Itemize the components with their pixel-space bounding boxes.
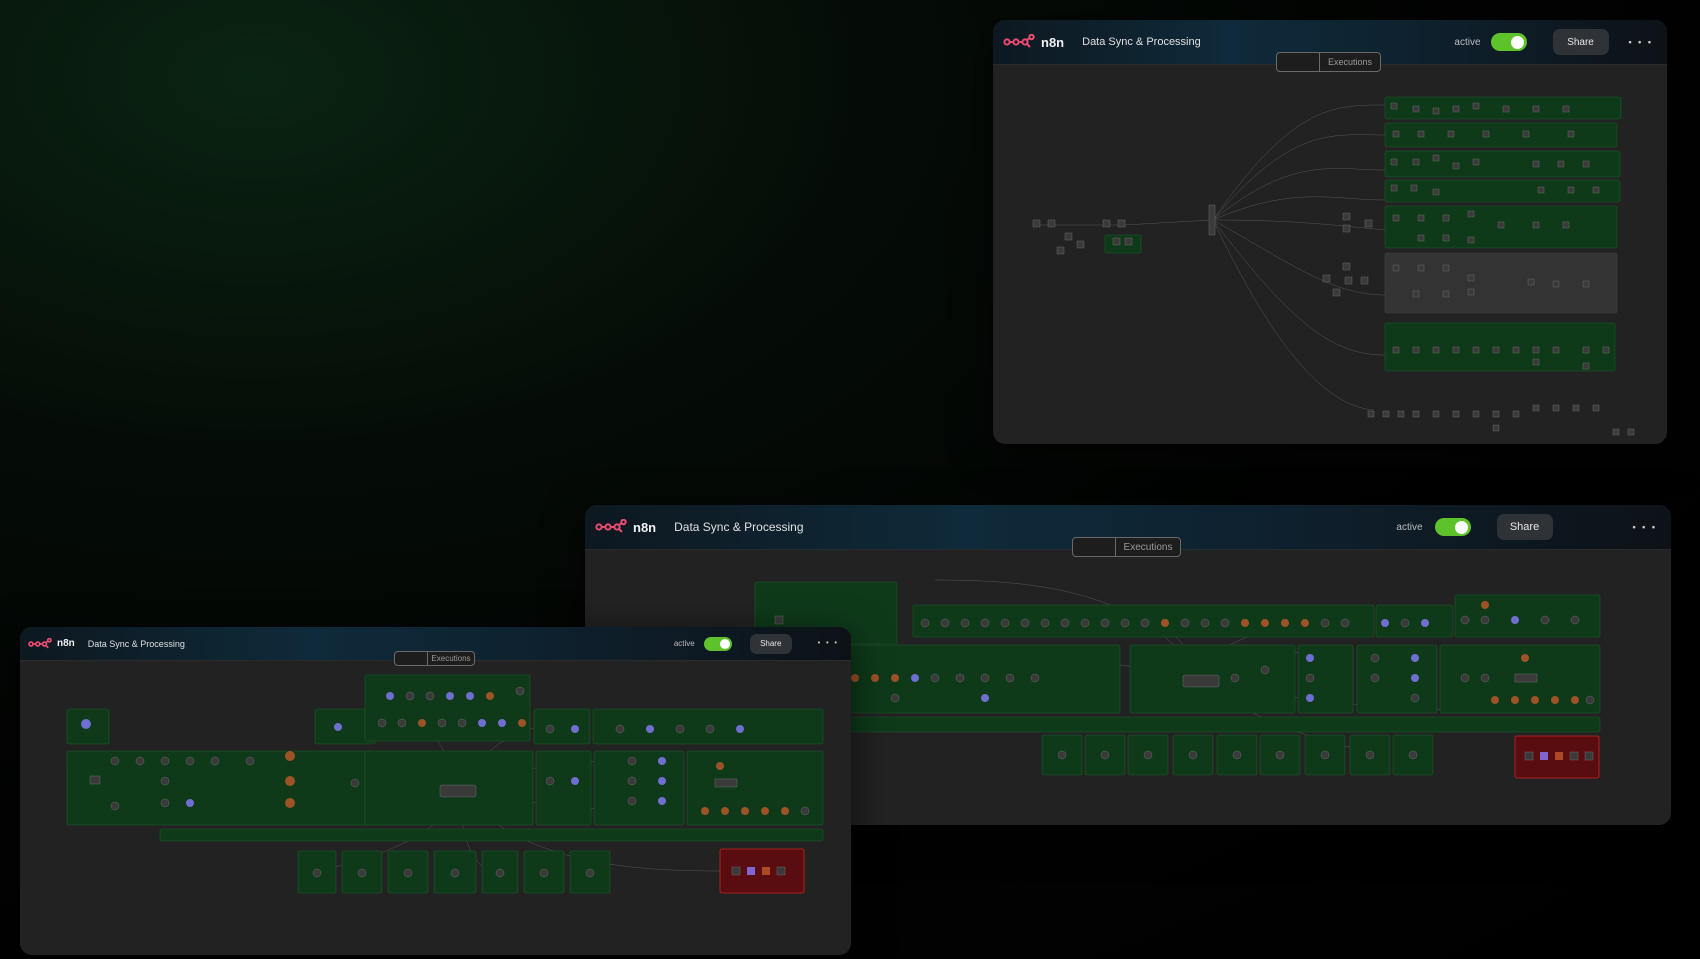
more-dots-icon[interactable]: • • • bbox=[1629, 37, 1653, 47]
toggle-knob bbox=[1454, 520, 1468, 534]
brand-name: n8n bbox=[57, 638, 75, 649]
more-dots-icon[interactable]: • • • bbox=[818, 640, 839, 647]
tab-editor[interactable] bbox=[1073, 538, 1116, 556]
tab-editor[interactable] bbox=[1277, 53, 1320, 71]
more-dots-icon[interactable]: • • • bbox=[1633, 522, 1657, 532]
node-groups bbox=[66, 674, 824, 894]
workflow-window-bottom: n8n Data Sync & Processing active Share … bbox=[20, 627, 851, 955]
share-button[interactable]: Share bbox=[1496, 514, 1553, 540]
tab-executions[interactable]: Executions bbox=[1320, 53, 1380, 71]
n8n-logo-icon[interactable] bbox=[1003, 34, 1035, 50]
toggle-knob bbox=[1510, 35, 1524, 49]
active-label: active bbox=[1396, 521, 1423, 533]
active-toggle[interactable] bbox=[1434, 518, 1471, 536]
n8n-logo-icon[interactable] bbox=[595, 519, 627, 535]
node-groups bbox=[754, 581, 1601, 779]
active-label: active bbox=[673, 639, 695, 648]
tab-executions[interactable]: Executions bbox=[1116, 538, 1180, 556]
share-button[interactable]: Share bbox=[1552, 29, 1609, 55]
toggle-knob bbox=[719, 638, 730, 649]
active-label: active bbox=[1454, 36, 1481, 48]
active-toggle[interactable] bbox=[703, 636, 732, 651]
n8n-logo-icon[interactable] bbox=[28, 637, 52, 650]
brand-name: n8n bbox=[1041, 34, 1065, 50]
workflow-window-top: n8n Data Sync & Processing active Share … bbox=[993, 20, 1667, 444]
brand-name: n8n bbox=[633, 519, 657, 535]
share-button[interactable]: Share bbox=[749, 633, 792, 654]
tab-editor[interactable] bbox=[395, 652, 428, 665]
workflow-canvas[interactable] bbox=[993, 65, 1667, 444]
view-tabs: Executions bbox=[1072, 537, 1181, 557]
view-tabs: Executions bbox=[1276, 52, 1381, 72]
tab-executions[interactable]: Executions bbox=[428, 652, 474, 665]
workflow-title[interactable]: Data Sync & Processing bbox=[88, 639, 185, 649]
active-toggle[interactable] bbox=[1490, 33, 1527, 51]
connection-wires bbox=[1033, 104, 1386, 411]
workflow-title[interactable]: Data Sync & Processing bbox=[1082, 36, 1201, 48]
workflow-title[interactable]: Data Sync & Processing bbox=[674, 520, 803, 534]
workflow-canvas[interactable] bbox=[20, 661, 851, 955]
node-groups bbox=[1104, 96, 1622, 372]
view-tabs: Executions bbox=[394, 651, 475, 666]
